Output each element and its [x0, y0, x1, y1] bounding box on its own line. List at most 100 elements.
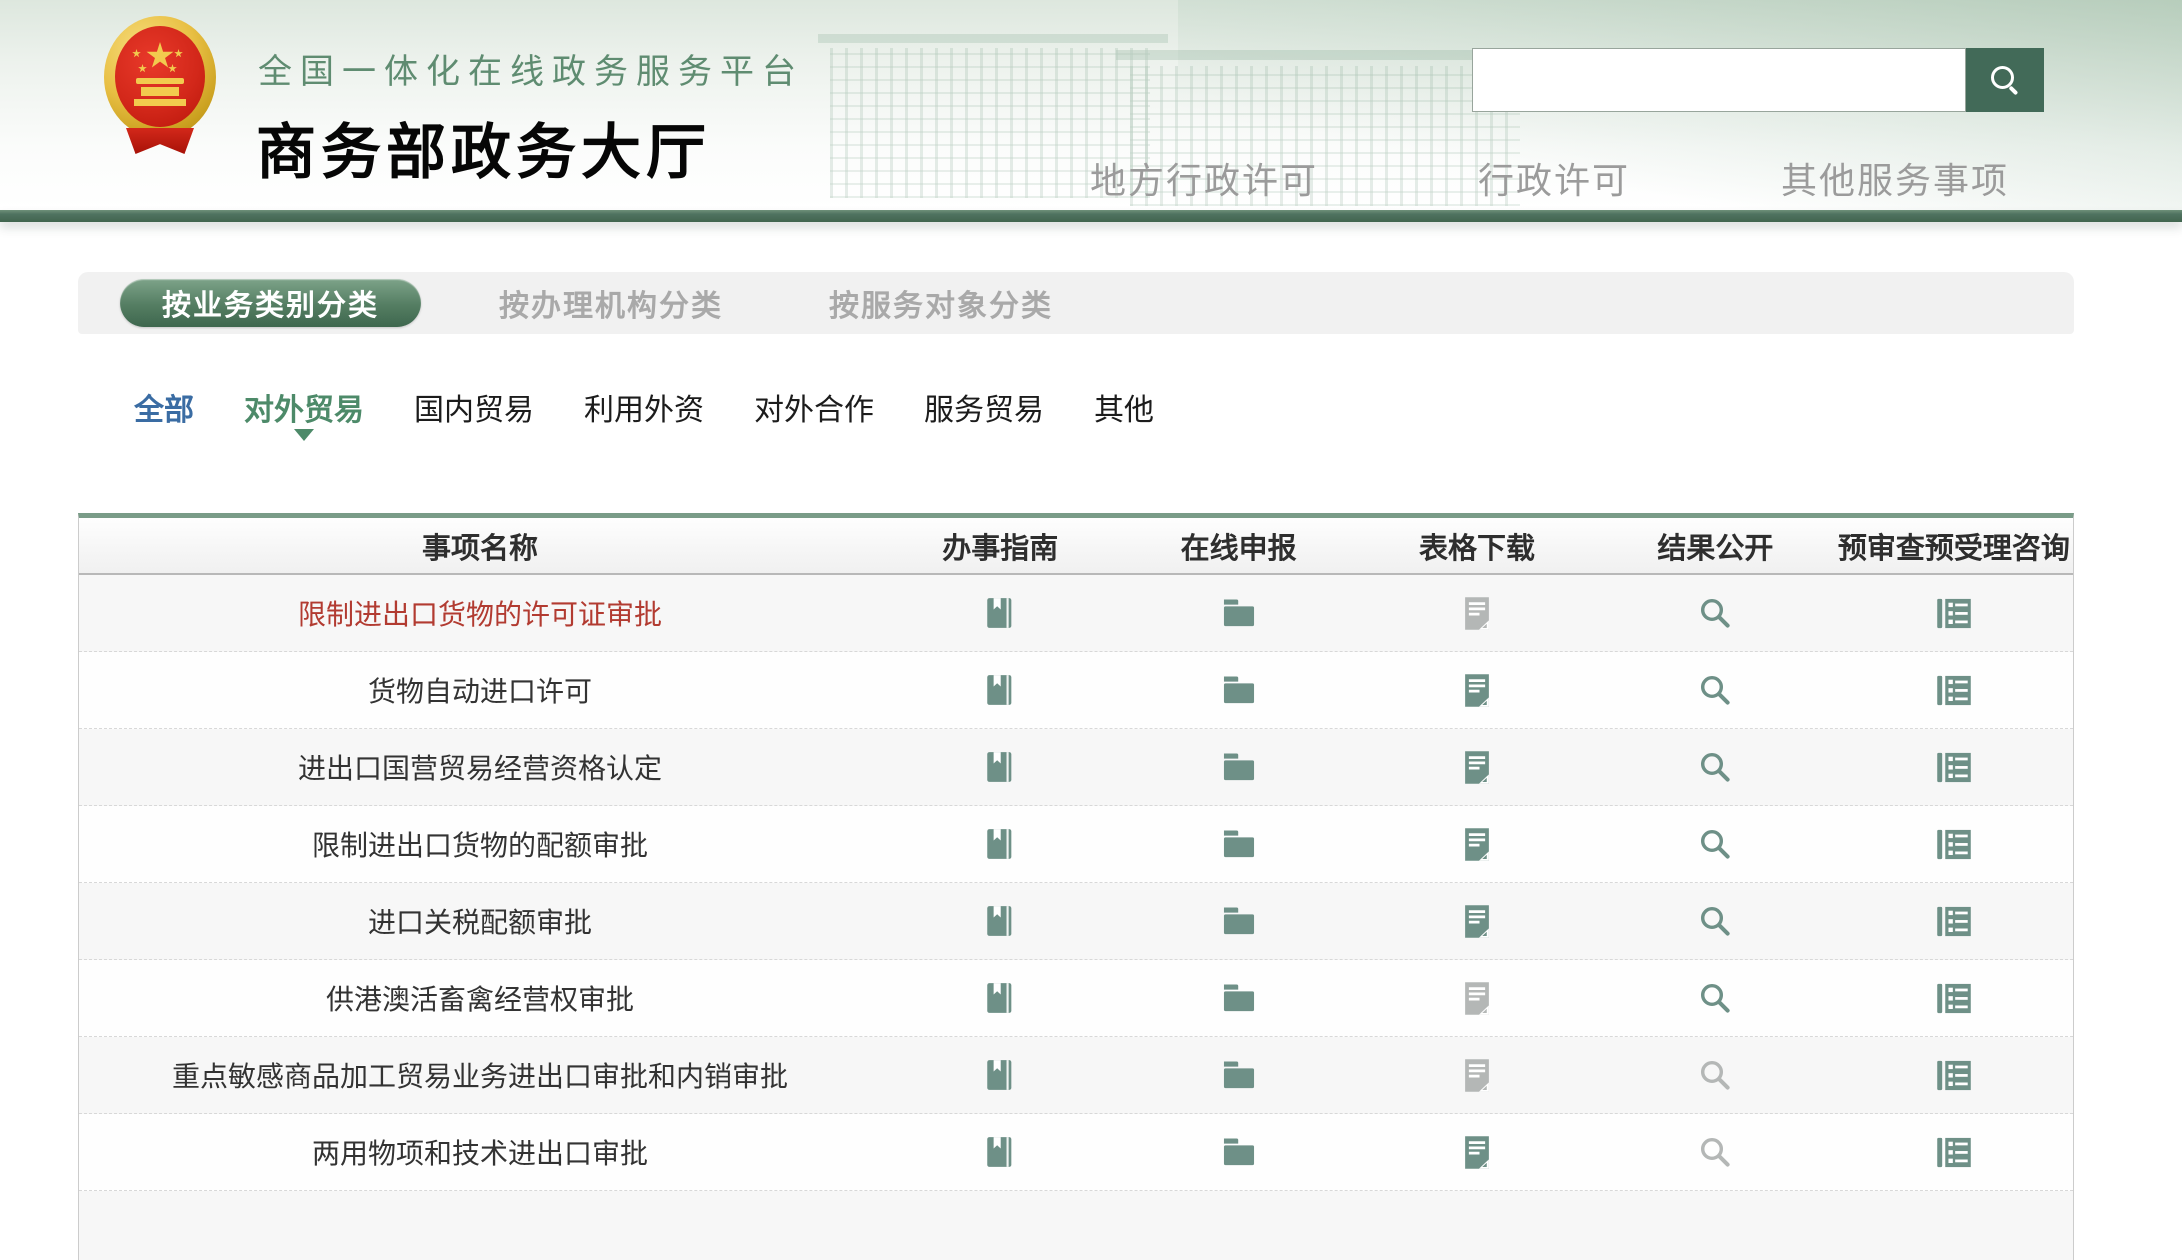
online-apply-action[interactable] — [1119, 597, 1357, 629]
category-foreign-cooperation[interactable]: 对外合作 — [754, 385, 874, 429]
result-publish-action[interactable] — [1596, 749, 1834, 785]
guide-action[interactable] — [881, 1134, 1119, 1170]
column-header-guide: 办事指南 — [881, 525, 1119, 567]
pre-review-action[interactable] — [1835, 1058, 2073, 1093]
pre-review-action[interactable] — [1835, 750, 2073, 785]
result-publish-action[interactable] — [1596, 903, 1834, 939]
guide-action[interactable] — [881, 903, 1119, 939]
form-download-action[interactable] — [1358, 1134, 1596, 1171]
folder-icon — [1220, 674, 1258, 706]
online-apply-action[interactable] — [1119, 982, 1357, 1014]
column-header-pre-review: 预审查预受理咨询 — [1835, 525, 2073, 567]
tab-by-agency[interactable]: 按办理机构分类 — [499, 281, 723, 325]
nav-item-other-services[interactable]: 其他服务事项 — [1781, 152, 2009, 204]
nav-item-local-licensing[interactable]: 地方行政许可 — [1090, 152, 1318, 204]
register-grid-icon — [1935, 1135, 1973, 1170]
book-icon — [983, 1134, 1017, 1170]
guide-action[interactable] — [881, 595, 1119, 631]
service-item-link[interactable]: 进口关税配额审批 — [79, 901, 881, 941]
guide-action[interactable] — [881, 672, 1119, 708]
guide-action[interactable] — [881, 1057, 1119, 1093]
category-foreign-investment[interactable]: 利用外资 — [584, 385, 704, 429]
tab-by-business-type[interactable]: 按业务类别分类 — [120, 279, 421, 327]
service-item-link[interactable]: 两用物项和技术进出口审批 — [79, 1132, 881, 1172]
online-apply-action[interactable] — [1119, 1136, 1357, 1168]
platform-title: 全国一体化在线政务服务平台 — [258, 44, 804, 93]
magnifier-icon — [1697, 672, 1733, 708]
classification-tab-strip: 按业务类别分类 按办理机构分类 按服务对象分类 — [78, 272, 2074, 334]
guide-action[interactable] — [881, 980, 1119, 1016]
category-all[interactable]: 全部 — [134, 385, 194, 429]
search-button[interactable] — [1966, 48, 2044, 112]
form-download-action[interactable] — [1358, 672, 1596, 709]
magnifier-icon — [1697, 1134, 1733, 1170]
register-grid-icon — [1935, 981, 1973, 1016]
tab-by-service-target[interactable]: 按服务对象分类 — [829, 281, 1053, 325]
folder-icon — [1220, 597, 1258, 629]
magnifier-icon — [1697, 595, 1733, 631]
online-apply-action[interactable] — [1119, 828, 1357, 860]
pre-review-action[interactable] — [1835, 1135, 2073, 1170]
services-table: 事项名称 办事指南 在线申报 表格下载 结果公开 预审查预受理咨询 限制进出口货… — [78, 513, 2074, 1260]
table-row-partial — [79, 1191, 2073, 1260]
search-input[interactable] — [1472, 48, 1966, 112]
service-item-link[interactable]: 进出口国营贸易经营资格认定 — [79, 747, 881, 787]
guide-action[interactable] — [881, 826, 1119, 862]
table-row: 限制进出口货物的配额审批 — [79, 806, 2073, 883]
table-row: 供港澳活畜禽经营权审批 — [79, 960, 2073, 1037]
result-publish-action[interactable] — [1596, 826, 1834, 862]
book-icon — [983, 595, 1017, 631]
result-publish-action[interactable] — [1596, 1057, 1834, 1093]
result-publish-action[interactable] — [1596, 1134, 1834, 1170]
magnifier-icon — [1697, 903, 1733, 939]
service-item-link[interactable]: 货物自动进口许可 — [79, 670, 881, 710]
service-item-link[interactable]: 限制进出口货物的许可证审批 — [79, 593, 881, 633]
service-item-link[interactable]: 供港澳活畜禽经营权审批 — [79, 978, 881, 1018]
header-divider-bar — [0, 210, 2182, 222]
page-header: 全国一体化在线政务服务平台 商务部政务大厅 地方行政许可 行政许可 其他服务事项 — [0, 0, 2182, 210]
book-icon — [983, 1057, 1017, 1093]
pre-review-action[interactable] — [1835, 827, 2073, 862]
column-header-result-publish: 结果公开 — [1596, 525, 1834, 567]
nav-item-licensing[interactable]: 行政许可 — [1478, 152, 1630, 204]
form-download-action[interactable] — [1358, 595, 1596, 632]
result-publish-action[interactable] — [1596, 980, 1834, 1016]
document-icon — [1462, 980, 1492, 1017]
register-grid-icon — [1935, 904, 1973, 939]
category-other[interactable]: 其他 — [1094, 385, 1154, 429]
pre-review-action[interactable] — [1835, 673, 2073, 708]
online-apply-action[interactable] — [1119, 674, 1357, 706]
table-row: 货物自动进口许可 — [79, 652, 2073, 729]
guide-action[interactable] — [881, 749, 1119, 785]
register-grid-icon — [1935, 1058, 1973, 1093]
register-grid-icon — [1935, 750, 1973, 785]
category-service-trade[interactable]: 服务贸易 — [924, 385, 1044, 429]
folder-icon — [1220, 828, 1258, 860]
form-download-action[interactable] — [1358, 1057, 1596, 1094]
online-apply-action[interactable] — [1119, 1059, 1357, 1091]
online-apply-action[interactable] — [1119, 905, 1357, 937]
service-item-link[interactable]: 限制进出口货物的配额审批 — [79, 824, 881, 864]
document-icon — [1462, 595, 1492, 632]
register-grid-icon — [1935, 673, 1973, 708]
table-row: 进出口国营贸易经营资格认定 — [79, 729, 2073, 806]
category-foreign-trade[interactable]: 对外贸易 — [244, 385, 364, 429]
form-download-action[interactable] — [1358, 749, 1596, 786]
pre-review-action[interactable] — [1835, 981, 2073, 1016]
pre-review-action[interactable] — [1835, 596, 2073, 631]
folder-icon — [1220, 905, 1258, 937]
table-row: 限制进出口货物的许可证审批 — [79, 575, 2073, 652]
service-item-link[interactable]: 重点敏感商品加工贸易业务进出口审批和内销审批 — [79, 1055, 881, 1095]
folder-icon — [1220, 982, 1258, 1014]
form-download-action[interactable] — [1358, 980, 1596, 1017]
result-publish-action[interactable] — [1596, 595, 1834, 631]
book-icon — [983, 980, 1017, 1016]
form-download-action[interactable] — [1358, 826, 1596, 863]
online-apply-action[interactable] — [1119, 751, 1357, 783]
pre-review-action[interactable] — [1835, 904, 2073, 939]
category-domestic-trade[interactable]: 国内贸易 — [414, 385, 534, 429]
form-download-action[interactable] — [1358, 903, 1596, 940]
document-icon — [1462, 826, 1492, 863]
column-header-form-download: 表格下载 — [1358, 525, 1596, 567]
result-publish-action[interactable] — [1596, 672, 1834, 708]
